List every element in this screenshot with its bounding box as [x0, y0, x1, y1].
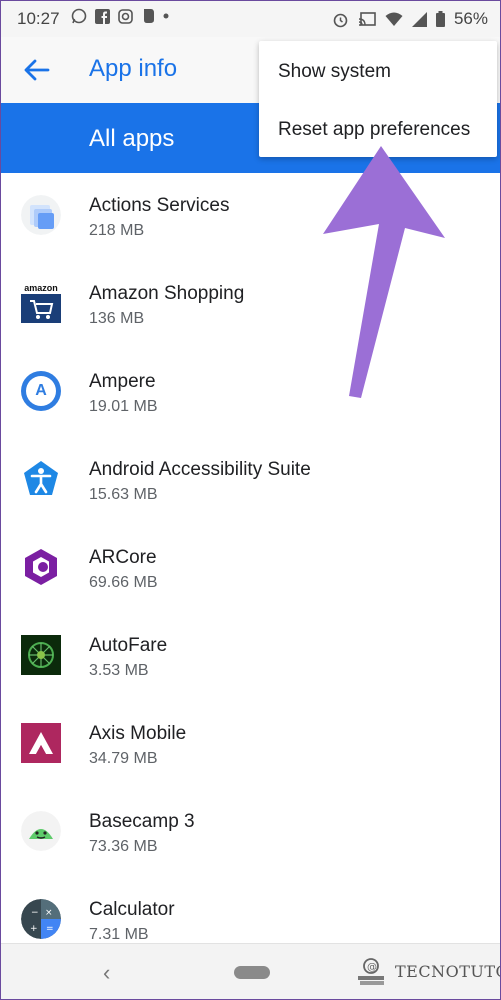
app-name: Basecamp 3 — [89, 811, 195, 832]
app-name: Android Accessibility Suite — [89, 459, 311, 480]
filter-dropdown-label[interactable]: All apps — [89, 125, 174, 153]
overflow-menu: Show system Reset app preferences — [259, 41, 497, 157]
app-size: 3.53 MB — [89, 662, 149, 679]
app-name: Axis Mobile — [89, 723, 187, 744]
menu-item-reset-app-preferences[interactable]: Reset app preferences — [278, 119, 470, 141]
app-list-item[interactable]: AutoFare 3.53 MB — [1, 613, 500, 701]
svg-text:×: × — [45, 908, 53, 918]
app-list-item[interactable]: Android Accessibility Suite 15.63 MB — [1, 437, 500, 525]
arcore-icon — [25, 549, 57, 585]
svg-text:=: = — [46, 924, 54, 934]
app-size: 73.36 MB — [89, 838, 158, 855]
menu-item-show-system[interactable]: Show system — [278, 61, 391, 83]
page-title: App info — [89, 55, 178, 82]
wifi-icon — [385, 12, 403, 26]
axis-mobile-icon — [21, 723, 61, 763]
app-name: ARCore — [89, 547, 157, 568]
autofare-icon — [21, 635, 61, 675]
annotation-arrow-icon — [323, 146, 445, 398]
facebook-icon — [95, 8, 110, 24]
app-name: Amazon Shopping — [89, 283, 245, 304]
app-size: 15.63 MB — [89, 486, 158, 503]
dot-icon — [163, 13, 169, 19]
navigation-bar: ‹ @ TECNOTUTO — [1, 943, 501, 999]
shopping-cart-icon — [21, 294, 61, 323]
status-time: 10:27 — [17, 9, 60, 28]
app-name: Ampere — [89, 371, 156, 392]
ampere-icon: A — [21, 371, 61, 411]
app-size: 136 MB — [89, 310, 145, 327]
svg-text:+: + — [30, 924, 38, 934]
app-name: Actions Services — [89, 195, 230, 216]
svg-text:@: @ — [367, 962, 377, 973]
amazon-logo-text: amazon — [24, 283, 58, 293]
back-arrow-icon[interactable] — [21, 55, 51, 85]
amazon-shopping-icon: amazon — [21, 283, 61, 323]
instagram-icon — [118, 8, 133, 24]
app-name: AutoFare — [89, 635, 168, 656]
watermark-logo-icon: @ — [358, 958, 384, 985]
basecamp-icon — [21, 811, 61, 851]
app-size: 34.79 MB — [89, 750, 158, 767]
alarm-icon — [333, 13, 348, 27]
whatsapp-icon — [71, 8, 87, 24]
app-size: 69.66 MB — [89, 574, 158, 591]
evernote-icon — [144, 9, 154, 23]
actions-services-icon — [21, 195, 61, 235]
cast-icon — [358, 11, 376, 26]
notification-icons — [71, 8, 169, 24]
app-name: Calculator — [89, 899, 175, 920]
watermark: @ TECNOTUTO — [355, 954, 501, 988]
nav-back-icon[interactable]: ‹ — [103, 960, 110, 986]
nav-home-pill[interactable] — [234, 966, 270, 979]
battery-icon — [435, 11, 445, 27]
phone-screen: 10:27 56% App info All apps Actions Serv… — [0, 0, 501, 1000]
app-size: 218 MB — [89, 222, 145, 239]
system-status-icons: 56% — [332, 9, 488, 29]
app-size: 7.31 MB — [89, 926, 149, 943]
watermark-text: TECNOTUTO — [395, 961, 501, 981]
app-list-item[interactable]: Basecamp 3 73.36 MB — [1, 789, 500, 877]
app-list-item[interactable]: ARCore 69.66 MB — [1, 525, 500, 613]
svg-text:−: − — [31, 908, 39, 918]
ampere-icon-letter: A — [35, 382, 47, 399]
app-size: 19.01 MB — [89, 398, 158, 415]
calculator-icon: − × + = — [21, 899, 61, 939]
accessibility-icon — [24, 461, 58, 495]
signal-icon — [411, 11, 427, 27]
status-bar: 10:27 56% — [1, 1, 500, 37]
app-list-item[interactable]: Axis Mobile 34.79 MB — [1, 701, 500, 789]
battery-percentage: 56% — [453, 9, 488, 28]
